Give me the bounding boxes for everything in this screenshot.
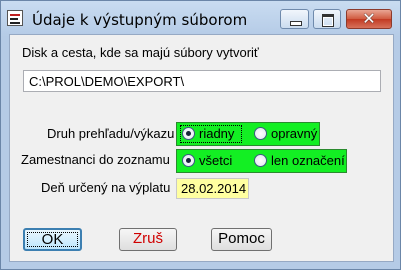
payment-day-input[interactable]: 28.02.2014: [176, 178, 249, 199]
cancel-button-label: Zruš: [133, 230, 163, 247]
employees-oznaceni-radio[interactable]: [254, 154, 267, 167]
export-path-input[interactable]: C:\PROL\DEMO\EXPORT\: [23, 70, 381, 92]
dialog-window: Údaje k výstupným súborom ✕ Disk a cesta…: [0, 0, 401, 270]
payment-day-label: Deň určený na výplatu: [41, 180, 171, 195]
help-button-label: Pomoc: [218, 230, 265, 247]
report-type-riadny-radio[interactable]: [182, 127, 195, 140]
close-button[interactable]: ✕: [346, 9, 392, 29]
help-button[interactable]: Pomoc: [211, 228, 272, 251]
close-icon: ✕: [362, 9, 376, 28]
employees-group: všetci len označení: [176, 149, 347, 173]
report-type-opravny-radio[interactable]: [254, 127, 267, 140]
employees-vsetci-radio[interactable]: [182, 154, 195, 167]
cancel-button[interactable]: Zruš: [119, 228, 177, 251]
export-path-label: Disk a cesta, kde sa majú súbory vytvori…: [22, 45, 259, 60]
employees-oznaceni-label[interactable]: len označení: [271, 153, 345, 168]
report-type-opravny-label[interactable]: opravný: [271, 126, 317, 141]
dialog-body: Disk a cesta, kde sa majú súbory vytvori…: [9, 34, 394, 262]
report-type-riadny-label[interactable]: riadny: [199, 126, 234, 141]
app-icon[interactable]: [7, 10, 23, 26]
minimize-button[interactable]: [280, 9, 309, 29]
report-type-group: riadny opravný: [176, 122, 320, 146]
ok-button[interactable]: OK: [23, 228, 82, 251]
maximize-button[interactable]: [313, 9, 341, 29]
title-bar[interactable]: Údaje k výstupným súborom ✕: [1, 1, 400, 34]
window-title: Údaje k výstupným súborom: [32, 11, 248, 29]
employees-vsetci-label[interactable]: všetci: [199, 153, 232, 168]
employees-label: Zamestnanci do zoznamu: [21, 152, 170, 167]
report-type-label: Druh prehľadu/výkazu: [47, 126, 175, 141]
